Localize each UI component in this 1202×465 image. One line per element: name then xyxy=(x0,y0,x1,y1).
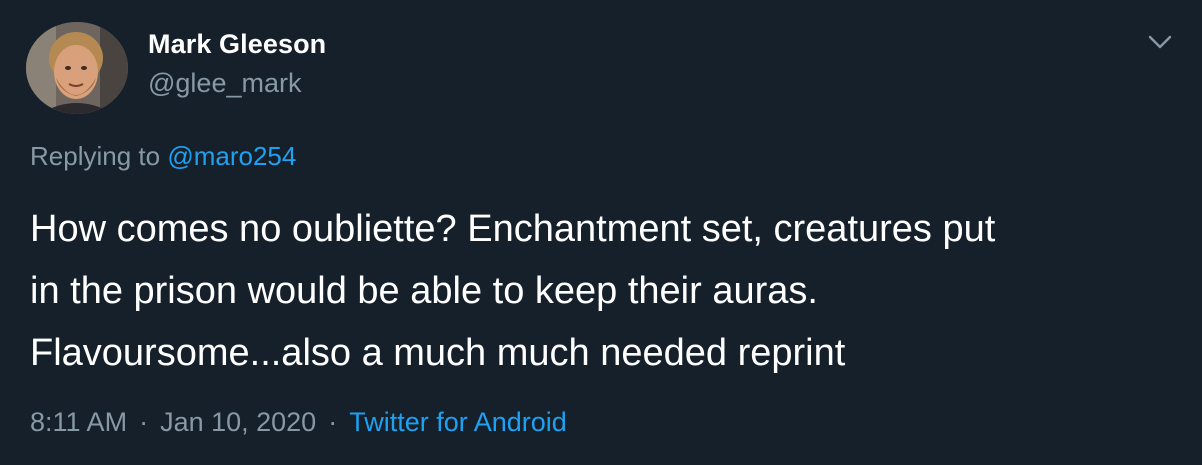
author-handle[interactable]: @glee_mark xyxy=(148,68,301,99)
separator-dot: · xyxy=(139,407,149,437)
tweet-text-line: How comes no oubliette? Enchantment set,… xyxy=(30,208,996,250)
chevron-down-icon[interactable] xyxy=(1146,32,1174,52)
tweet-date[interactable]: Jan 10, 2020 xyxy=(160,407,316,437)
avatar-photo xyxy=(26,22,128,114)
replying-to-label: Replying to xyxy=(30,141,161,171)
author-name[interactable]: Mark Gleeson xyxy=(148,29,326,60)
tweet-card: Mark Gleeson @glee_mark Replying to @mar… xyxy=(0,0,1202,465)
tweet-meta: 8:11 AM · Jan 10, 2020 · Twitter for Android xyxy=(30,407,567,438)
tweet-time[interactable]: 8:11 AM xyxy=(30,407,127,437)
tweet-source-link[interactable]: Twitter for Android xyxy=(349,407,567,437)
tweet-text-line: in the prison would be able to keep thei… xyxy=(30,270,818,312)
tweet-text: How comes no oubliette? Enchantment set,… xyxy=(30,198,1180,384)
reply-mention-link[interactable]: @maro254 xyxy=(167,141,296,171)
separator-dot: · xyxy=(328,407,338,437)
avatar[interactable] xyxy=(26,22,128,114)
tweet-text-line: Flavoursome...also a much much needed re… xyxy=(30,332,846,374)
replying-to: Replying to @maro254 xyxy=(30,141,296,172)
